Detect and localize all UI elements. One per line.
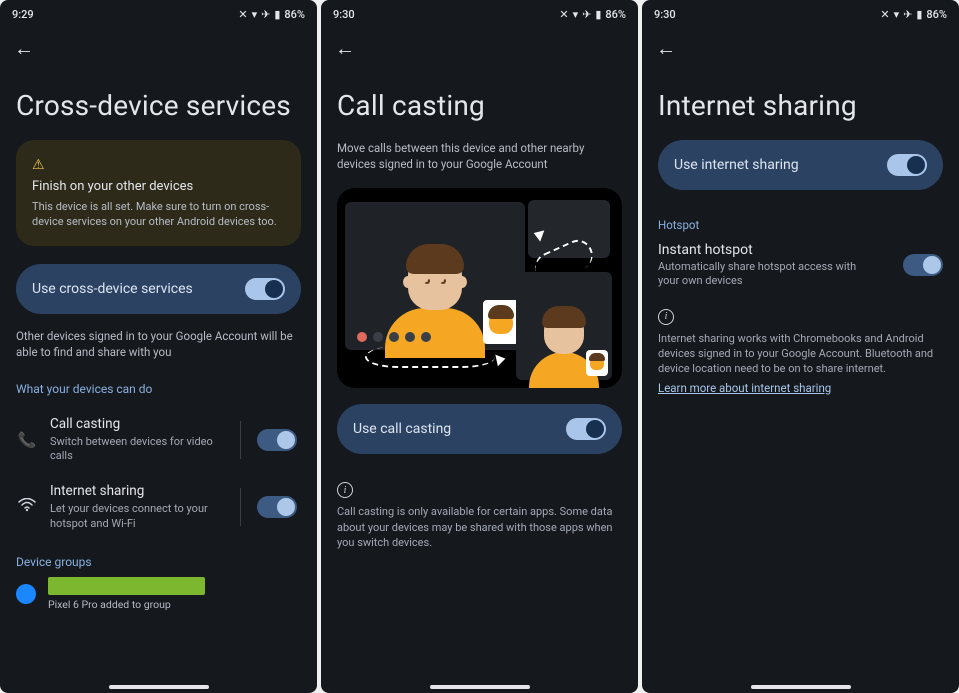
- call-casting-icon: 📞: [16, 431, 38, 449]
- battery-icon: ▮: [916, 8, 922, 21]
- battery-percent: 86%: [284, 8, 305, 21]
- device-avatar: [16, 584, 36, 604]
- toggle-label: Use cross-device services: [32, 281, 193, 297]
- clock: 9:30: [333, 8, 355, 21]
- nav-bar[interactable]: [642, 679, 959, 693]
- redacted-group-name: [48, 577, 205, 595]
- info-text: Internet sharing works with Chromebooks …: [658, 331, 943, 377]
- call-casting-illustration: [337, 188, 622, 388]
- warning-card: ⚠ Finish on your other devices This devi…: [16, 140, 301, 246]
- feature-subtitle: Switch between devices for video calls: [50, 435, 220, 464]
- screen-internet-sharing: 9:30 ✕ ▾ ✈ ▮ 86% ← Internet sharing Use …: [642, 0, 959, 693]
- vibrate-icon: ✕: [880, 8, 889, 21]
- feature-title: Call casting: [50, 416, 220, 432]
- internet-sharing-switch[interactable]: [257, 496, 297, 518]
- wifi-icon: [16, 498, 38, 516]
- status-icons: ✕ ▾ ✈ ▮ 86%: [559, 8, 626, 21]
- info-icon: i: [658, 309, 674, 325]
- call-casting-switch[interactable]: [566, 418, 606, 440]
- call-casting-toggle-row[interactable]: Use call casting: [337, 404, 622, 454]
- section-header: What your devices can do: [16, 382, 301, 396]
- battery-percent: 86%: [605, 8, 626, 21]
- battery-icon: ▮: [274, 8, 280, 21]
- status-bar: 9:30 ✕ ▾ ✈ ▮ 86%: [642, 0, 959, 28]
- vibrate-icon: ✕: [238, 8, 247, 21]
- cross-device-toggle-row[interactable]: Use cross-device services: [16, 264, 301, 314]
- status-bar: 9:30 ✕ ▾ ✈ ▮ 86%: [321, 0, 638, 28]
- warning-icon: ⚠: [32, 157, 45, 173]
- back-button[interactable]: ←: [656, 36, 676, 60]
- internet-sharing-toggle-row[interactable]: Use internet sharing: [658, 140, 943, 190]
- warning-title: Finish on your other devices: [32, 179, 285, 194]
- toggle-label: Use call casting: [353, 421, 451, 437]
- page-title: Internet sharing: [658, 89, 943, 122]
- clock: 9:29: [12, 8, 34, 21]
- nav-bar[interactable]: [0, 679, 317, 693]
- instant-hotspot-subtitle: Automatically share hotspot access with …: [658, 260, 858, 289]
- info-icon: i: [337, 482, 353, 498]
- wifi-icon: ▾: [252, 8, 258, 21]
- page-subtitle: Move calls between this device and other…: [337, 140, 622, 172]
- back-button[interactable]: ←: [335, 36, 355, 60]
- battery-percent: 86%: [926, 8, 947, 21]
- airplane-icon: ✈: [261, 8, 270, 21]
- info-text: Call casting is only available for certa…: [337, 504, 622, 550]
- nav-bar[interactable]: [321, 679, 638, 693]
- group-caption: Pixel 6 Pro added to group: [48, 598, 301, 611]
- status-icons: ✕ ▾ ✈ ▮ 86%: [880, 8, 947, 21]
- page-title: Cross-device services: [16, 89, 301, 122]
- vibrate-icon: ✕: [559, 8, 568, 21]
- internet-sharing-switch[interactable]: [887, 154, 927, 176]
- instant-hotspot-row[interactable]: Instant hotspot Automatically share hots…: [658, 242, 943, 289]
- instant-hotspot-switch[interactable]: [903, 254, 943, 276]
- screen-cross-device-services: 9:29 ✕ ▾ ✈ ▮ 86% ← Cross-device services…: [0, 0, 317, 693]
- call-casting-switch[interactable]: [257, 429, 297, 451]
- back-button[interactable]: ←: [14, 36, 34, 60]
- instant-hotspot-title: Instant hotspot: [658, 242, 891, 258]
- toggle-label: Use internet sharing: [674, 157, 799, 173]
- device-groups-header: Device groups: [16, 555, 301, 569]
- page-title: Call casting: [337, 89, 622, 122]
- screen-call-casting: 9:30 ✕ ▾ ✈ ▮ 86% ← Call casting Move cal…: [321, 0, 638, 693]
- airplane-icon: ✈: [903, 8, 912, 21]
- wifi-icon: ▾: [573, 8, 579, 21]
- device-group-row[interactable]: Pixel 6 Pro added to group: [16, 577, 301, 611]
- cross-device-switch[interactable]: [245, 278, 285, 300]
- feature-title: Internet sharing: [50, 483, 220, 499]
- warning-text: This device is all set. Make sure to tur…: [32, 200, 285, 230]
- airplane-icon: ✈: [582, 8, 591, 21]
- feature-internet-sharing[interactable]: Internet sharing Let your devices connec…: [16, 473, 301, 541]
- clock: 9:30: [654, 8, 676, 21]
- status-icons: ✕ ▾ ✈ ▮ 86%: [238, 8, 305, 21]
- wifi-icon: ▾: [894, 8, 900, 21]
- feature-subtitle: Let your devices connect to your hotspot…: [50, 502, 220, 531]
- learn-more-link[interactable]: Learn more about internet sharing: [658, 381, 943, 395]
- divider: [240, 488, 241, 526]
- helper-text: Other devices signed in to your Google A…: [16, 328, 301, 360]
- hotspot-section-header: Hotspot: [658, 218, 943, 232]
- divider: [240, 421, 241, 459]
- status-bar: 9:29 ✕ ▾ ✈ ▮ 86%: [0, 0, 317, 28]
- battery-icon: ▮: [595, 8, 601, 21]
- feature-call-casting[interactable]: 📞 Call casting Switch between devices fo…: [16, 406, 301, 474]
